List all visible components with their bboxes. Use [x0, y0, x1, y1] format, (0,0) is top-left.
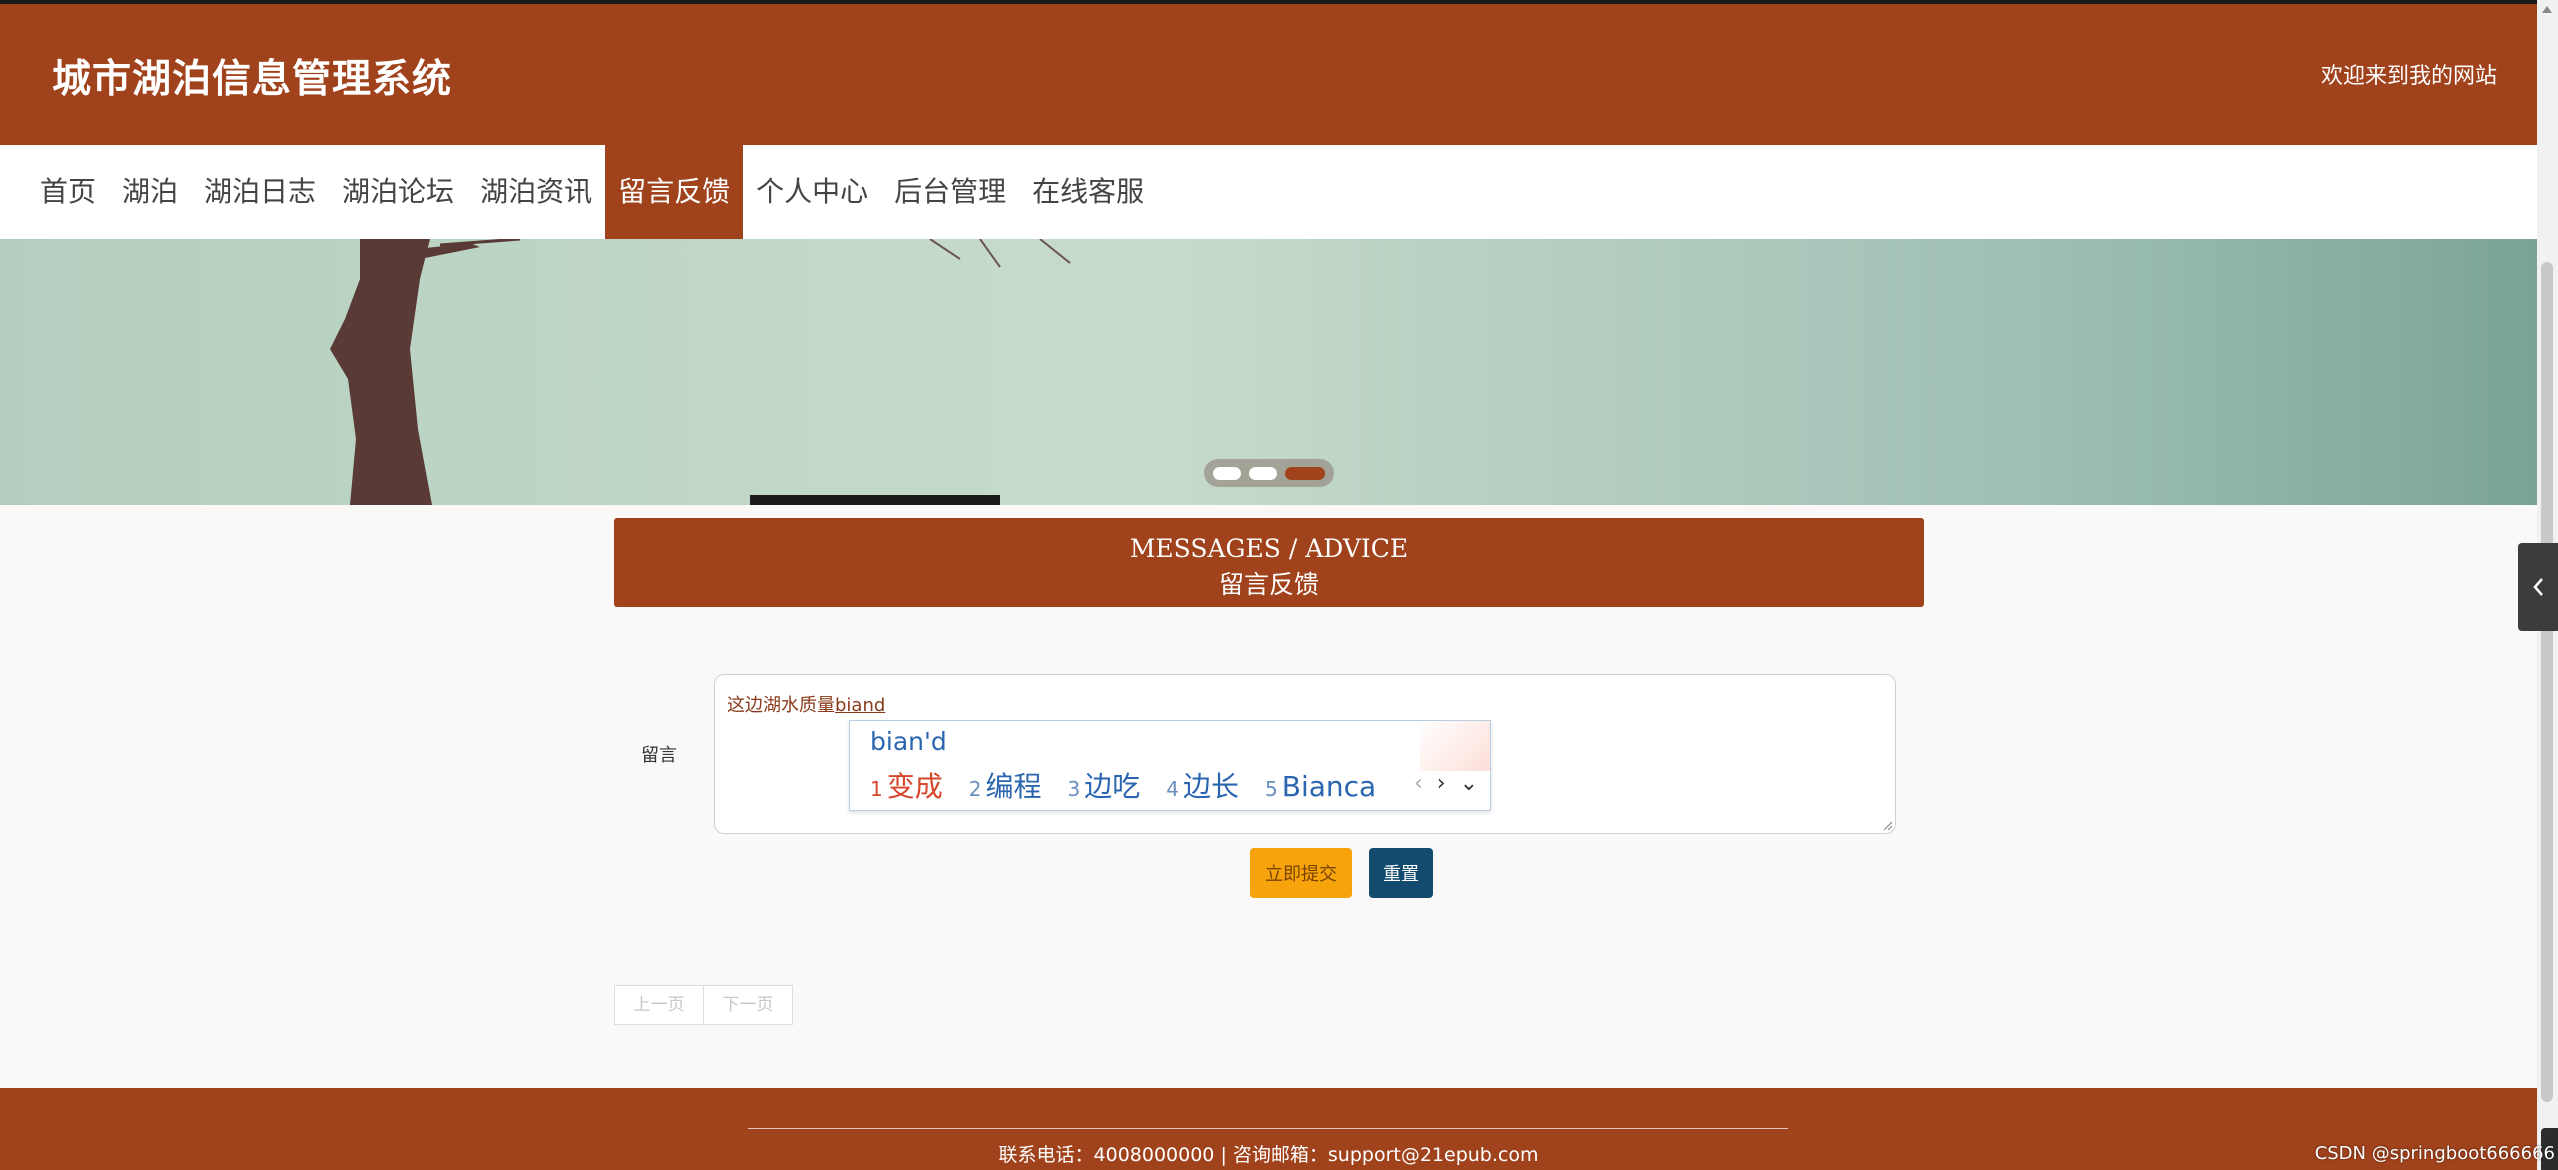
nav-item-lakes[interactable]: 湖泊: [109, 145, 191, 239]
site-footer: 联系电话：4008000000 | 咨询邮箱：support@21epub.co…: [0, 1088, 2537, 1170]
ime-candidate-5[interactable]: 5 Bianca: [1265, 770, 1376, 803]
message-text: 这边湖水质量biand: [727, 691, 885, 717]
main-nav: 首页 湖泊 湖泊日志 湖泊论坛 湖泊资讯 留言反馈 个人中心 后台管理 在线客服: [0, 145, 2537, 239]
reset-button[interactable]: 重置: [1369, 848, 1433, 898]
footer-divider: [748, 1128, 1788, 1129]
scroll-up-icon[interactable]: [2542, 6, 2552, 13]
candidate-number: 5: [1265, 777, 1278, 801]
next-page-button[interactable]: 下一页: [704, 985, 793, 1025]
carousel-dot-2[interactable]: [1249, 466, 1277, 480]
nav-item-feedback[interactable]: 留言反馈: [605, 145, 744, 239]
candidate-text: Bianca: [1281, 770, 1377, 803]
candidate-number: 4: [1166, 777, 1179, 801]
candidate-text: 边长: [1182, 770, 1239, 803]
nav-item-admin[interactable]: 后台管理: [881, 145, 1019, 239]
footer-contact: 联系电话：4008000000 | 咨询邮箱：support@21epub.co…: [998, 1144, 1539, 1166]
carousel-dot-1[interactable]: [1213, 466, 1241, 480]
section-title-cn: 留言反馈: [1218, 570, 1319, 599]
submit-button[interactable]: 立即提交: [1250, 848, 1352, 898]
chevron-left-icon[interactable]: ‹: [1414, 771, 1423, 796]
ime-skin-decoration: [1420, 721, 1490, 771]
nav-item-lake-log[interactable]: 湖泊日志: [191, 145, 329, 239]
ime-candidate-1[interactable]: 1 变成: [870, 765, 943, 805]
site-header: 城市湖泊信息管理系统 欢迎来到我的网站: [0, 4, 2537, 145]
nav-item-lake-news[interactable]: 湖泊资讯: [467, 145, 605, 239]
ime-candidate-4[interactable]: 4 边长: [1166, 765, 1239, 805]
message-label: 留言: [641, 745, 677, 766]
composing-text: biand: [835, 695, 886, 716]
nav-item-personal-center[interactable]: 个人中心: [743, 145, 881, 239]
ime-candidate-3[interactable]: 3 边吃: [1068, 765, 1141, 805]
ime-candidate-list: 1 变成 2 编程 3 边吃 4 边长 5 Bianca: [870, 765, 1376, 805]
candidate-text: 编程: [985, 770, 1042, 803]
candidate-text: 变成: [886, 770, 943, 803]
section-heading: MESSAGES / ADVICE 留言反馈: [614, 518, 1924, 607]
nav-item-online-service[interactable]: 在线客服: [1019, 145, 1157, 239]
ime-candidate-window: bian'd 1 变成 2 编程 3 边吃 4 边长 5 Bianca ‹ › ⌄: [849, 720, 1491, 811]
candidate-number: 2: [968, 777, 982, 801]
chevron-down-icon[interactable]: ⌄: [1460, 771, 1478, 796]
ime-page-controls: ‹ › ⌄: [1414, 771, 1478, 796]
welcome-text: 欢迎来到我的网站: [2320, 64, 2497, 89]
nav-item-lake-forum[interactable]: 湖泊论坛: [329, 145, 467, 239]
candidate-number: 1: [870, 777, 883, 801]
section-title-en: MESSAGES / ADVICE: [1129, 534, 1409, 563]
scrollbar-thumb[interactable]: [2541, 262, 2553, 1102]
ime-candidate-2[interactable]: 2 编程: [969, 765, 1042, 805]
nav-item-home[interactable]: 首页: [0, 145, 109, 239]
prev-page-button[interactable]: 上一页: [614, 985, 704, 1025]
candidate-text: 边吃: [1084, 770, 1141, 803]
csdn-watermark: CSDN @springboot666666: [2314, 1143, 2555, 1164]
pagination: 上一页 下一页: [614, 985, 793, 1025]
chevron-right-icon[interactable]: ›: [1437, 771, 1446, 796]
carousel-indicators: [1204, 459, 1334, 487]
side-panel-toggle[interactable]: [2518, 543, 2558, 631]
resize-handle-icon[interactable]: [1881, 819, 1893, 831]
carousel-dot-3[interactable]: [1285, 466, 1325, 480]
typed-text: 这边湖水质量: [727, 695, 835, 716]
chevron-left-icon: [2533, 578, 2543, 596]
ime-composition: bian'd: [870, 727, 947, 756]
site-title: 城市湖泊信息管理系统: [52, 57, 453, 102]
candidate-number: 3: [1067, 777, 1081, 801]
